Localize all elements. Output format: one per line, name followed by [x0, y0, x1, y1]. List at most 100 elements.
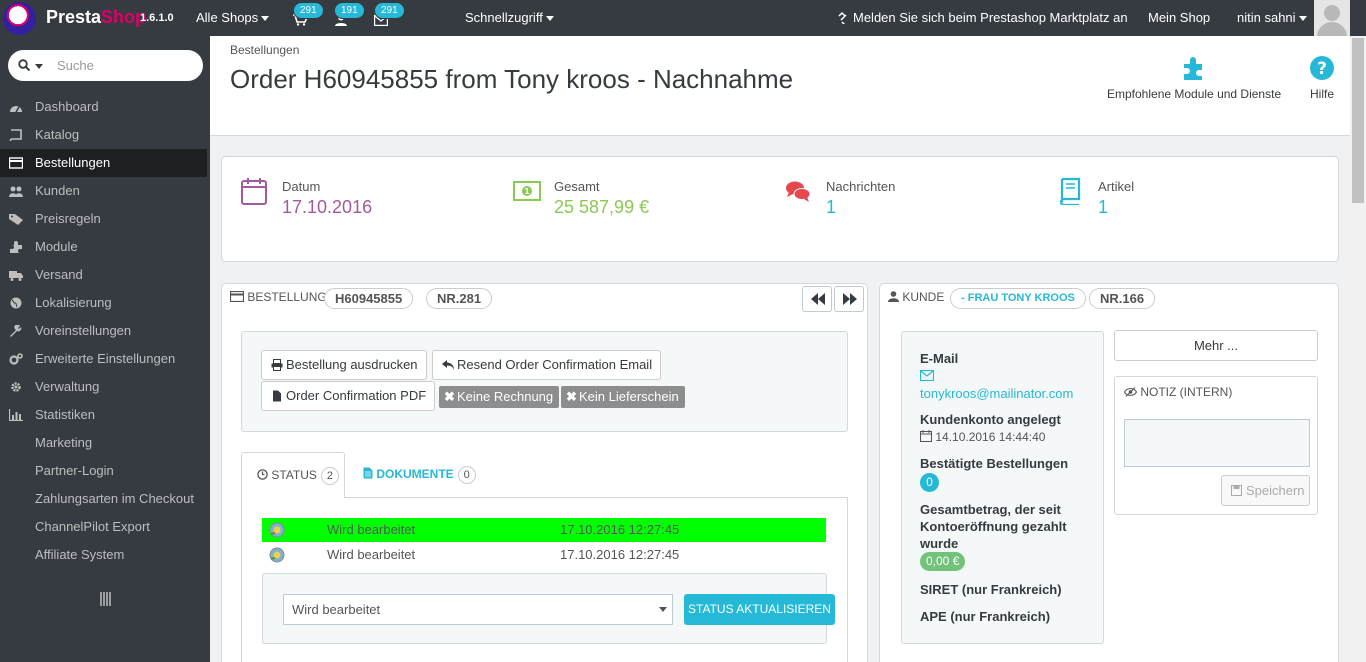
quick-access-menu[interactable]: Schnellzugriff [465, 10, 554, 25]
scrollbar-thumb[interactable] [1352, 38, 1364, 203]
sidebar-item-statistiken[interactable]: Statistiken [0, 401, 210, 429]
sidebar-item-zahlungsarten-im-checkout[interactable]: Zahlungsarten im Checkout [0, 485, 210, 513]
sidebar-item-lokalisierung[interactable]: Lokalisierung [0, 289, 210, 317]
page-title: Order H60945855 from Tony kroos - Nachna… [230, 64, 794, 94]
user-icon [888, 291, 899, 302]
customer-name-link[interactable]: - FRAU TONY KROOS [950, 288, 1086, 309]
next-order-button[interactable] [834, 286, 864, 312]
private-note-textarea[interactable] [1124, 419, 1310, 467]
sidebar-item-katalog[interactable]: Katalog [0, 121, 210, 149]
sidebar-nav: Dashboard Katalog Bestellungen Kunden Preisr… [0, 93, 210, 569]
confirmation-pdf-button[interactable]: Order Confirmation PDF [261, 381, 436, 411]
sidebar-search[interactable]: Suche [8, 50, 203, 81]
dashboard-icon [10, 106, 22, 113]
help-button[interactable]: ? Hilfe [1308, 54, 1336, 101]
user-menu[interactable]: nitin sahni [1237, 10, 1307, 25]
order-status-select[interactable]: Wird bearbeitet [283, 594, 673, 625]
caret-down-icon[interactable] [35, 64, 43, 69]
kpi-products-value[interactable]: 1 [1098, 197, 1108, 218]
order-reference-badge: H60945855 [324, 288, 414, 309]
order-panel-heading: Bestellung [229, 290, 327, 304]
sidebar-item-verwaltung[interactable]: Verwaltung [0, 373, 210, 401]
save-icon [1231, 485, 1242, 496]
shop-selector[interactable]: Alle Shops [196, 10, 270, 25]
sidebar-item-erweiterte-einstellungen[interactable]: Erweiterte Einstellungen [0, 345, 210, 373]
sidebar-item-marketing[interactable]: Marketing [0, 429, 210, 457]
caret-down-icon [261, 16, 270, 22]
my-shop-link[interactable]: Mein Shop [1148, 10, 1210, 25]
cog-icon [11, 382, 21, 392]
sidebar-item-label: Verwaltung [35, 379, 100, 394]
search-input[interactable]: Suche [57, 58, 94, 73]
sidebar-item-label: Marketing [35, 435, 93, 450]
clock-icon [257, 469, 268, 480]
prestashop-logo-icon[interactable] [3, 2, 36, 35]
kpi-messages-value[interactable]: 1 [826, 197, 836, 218]
private-note-panel: NOTIZ (INTERN) Speichern [1114, 376, 1318, 515]
processing-status-icon [269, 547, 285, 563]
sidebar-item-label: Dashboard [35, 99, 99, 114]
print-order-button[interactable]: Bestellung ausdrucken [261, 350, 427, 380]
orders-notification[interactable]: 291 [293, 2, 324, 34]
sidebar-item-partner-login[interactable]: Partner-Login [0, 457, 210, 485]
sidebar-item-preisregeln[interactable]: Preisregeln [0, 205, 210, 233]
search-icon[interactable] [18, 59, 30, 71]
book-icon [1059, 177, 1081, 205]
sidebar-item-affiliate-system[interactable]: Affiliate System [0, 541, 210, 569]
ape-label: APE (nur Frankreich) [920, 609, 1051, 624]
question-circle-icon: ? [1310, 56, 1334, 80]
documents-count-badge: 0 [457, 466, 476, 484]
order-number-badge: NR.281 [426, 288, 493, 309]
sidebar-item-label: Partner-Login [35, 463, 114, 478]
puzzle-icon [10, 241, 22, 253]
close-icon: ✖ [444, 389, 455, 404]
sidebar-item-label: Affiliate System [35, 547, 125, 562]
top-bar: PrestaShop 1.6.1.0 Alle Shops 291 191 29… [0, 0, 1366, 36]
credit-card-icon [229, 290, 245, 303]
sidebar-item-versand[interactable]: Versand [0, 261, 210, 289]
total-spent-label-2: Kontoeröffnung gezahlt [920, 519, 1067, 534]
sidebar-item-kunden[interactable]: Kunden [0, 177, 210, 205]
kpi-total-value: 25 587,99 € [554, 197, 650, 217]
logo-text[interactable]: PrestaShop [46, 7, 146, 28]
sidebar-item-label: Lokalisierung [35, 295, 112, 310]
sidebar-item-label: Statistiken [35, 407, 95, 422]
processing-status-icon [269, 522, 285, 538]
more-customer-info-button[interactable]: Mehr ... [1114, 330, 1318, 361]
tab-status[interactable]: Status 2 [241, 452, 345, 498]
customer-info-box: E-Mail tonykroos@mailinator.com Kundenko… [901, 331, 1104, 644]
messages-notification[interactable]: 291 [374, 2, 405, 34]
breadcrumb[interactable]: Bestellungen [230, 43, 299, 57]
marketplace-link[interactable]: Melden Sie sich beim Prestashop Marktpla… [837, 10, 1128, 26]
previous-order-button[interactable] [802, 286, 832, 312]
envelope-icon[interactable] [920, 370, 934, 381]
save-note-button[interactable]: Speichern [1221, 475, 1310, 506]
collapse-menu-icon[interactable] [100, 592, 111, 606]
truck-icon [9, 271, 23, 281]
caret-down-icon [659, 607, 667, 612]
customer-email-link[interactable]: tonykroos@mailinator.com [920, 386, 1073, 401]
update-status-button[interactable]: STATUS AKTUALISIEREN [684, 594, 835, 625]
file-icon [273, 390, 281, 402]
customers-notification[interactable]: 191 [334, 2, 365, 34]
kpi-products-label: Artikel [1098, 179, 1135, 194]
recommended-modules-button[interactable]: Empfohlene Module und Dienste [1107, 54, 1281, 101]
history-status: Wird bearbeitet [327, 522, 416, 537]
close-icon: ✖ [566, 389, 577, 404]
sidebar-item-module[interactable]: Module [0, 233, 210, 261]
avatar[interactable] [1314, 0, 1350, 36]
kpi-panel: Datum 17.10.2016 1 Gesamt 25 587,99 € Na… [221, 156, 1339, 262]
comments-icon [786, 181, 811, 202]
users-icon [9, 186, 23, 197]
sidebar-item-channelpilot-export[interactable]: ChannelPilot Export [0, 513, 210, 541]
total-spent-label-3: wurde [920, 536, 959, 551]
file-text-icon [363, 467, 373, 479]
tab-documents[interactable]: Dokumente 0 [348, 452, 491, 498]
sidebar-item-voreinstellungen[interactable]: Voreinstellungen [0, 317, 210, 345]
sidebar-item-bestellungen[interactable]: Bestellungen [0, 149, 207, 177]
sidebar-item-dashboard[interactable]: Dashboard [0, 93, 210, 121]
page-scrollbar[interactable] [1350, 36, 1366, 662]
history-date: 17.10.2016 12:27:45 [560, 547, 680, 562]
eye-slash-icon [1123, 387, 1138, 397]
resend-confirmation-button[interactable]: Resend Order Confirmation Email [432, 350, 662, 380]
